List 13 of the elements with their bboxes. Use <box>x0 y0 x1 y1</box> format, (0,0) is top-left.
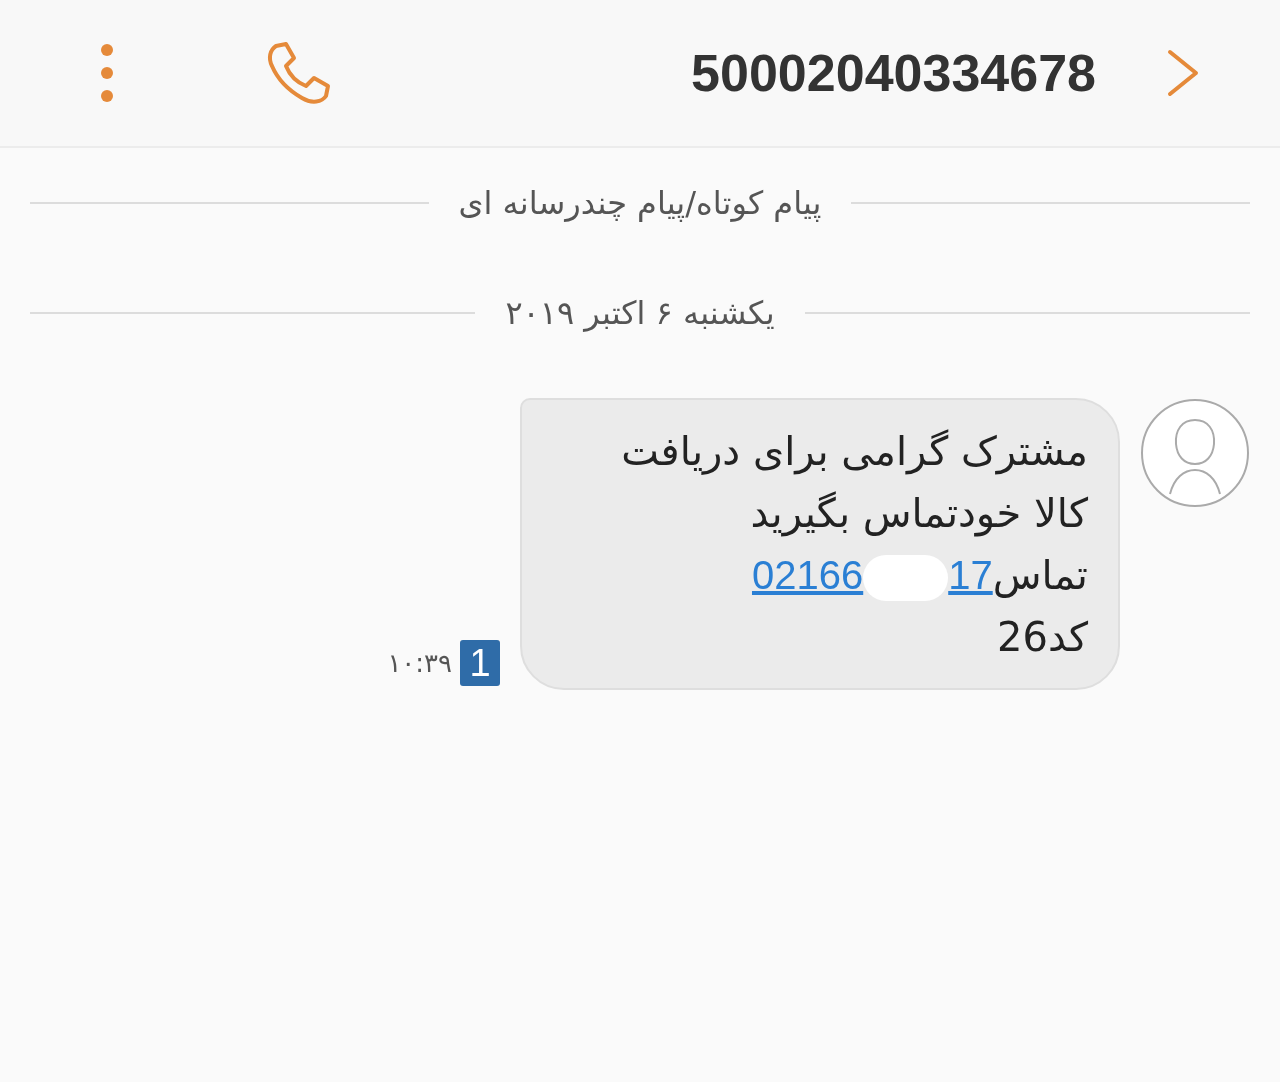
phone-link[interactable]: 02166 17 <box>752 546 993 604</box>
message-time: ۱۰:۳۹ <box>387 648 452 678</box>
avatar-icon <box>1140 398 1250 508</box>
back-icon[interactable] <box>1166 48 1200 98</box>
message-text: مشترک گرامی برای دریافت <box>621 427 1088 477</box>
sim-badge: 1 <box>460 640 500 686</box>
message-text: کالا خودتماس بگیرید <box>750 489 1088 539</box>
message-text: کد26 <box>997 613 1088 662</box>
message-text: تماس <box>992 552 1088 598</box>
divider-label: پیام کوتاه/پیام چندرسانه ای <box>458 184 822 222</box>
more-options-icon[interactable] <box>100 43 114 103</box>
divider-label: یکشنبه ۶ اکتبر ۲۰۱۹ <box>505 294 775 332</box>
contact-number: 50002040334678 <box>691 43 1096 103</box>
